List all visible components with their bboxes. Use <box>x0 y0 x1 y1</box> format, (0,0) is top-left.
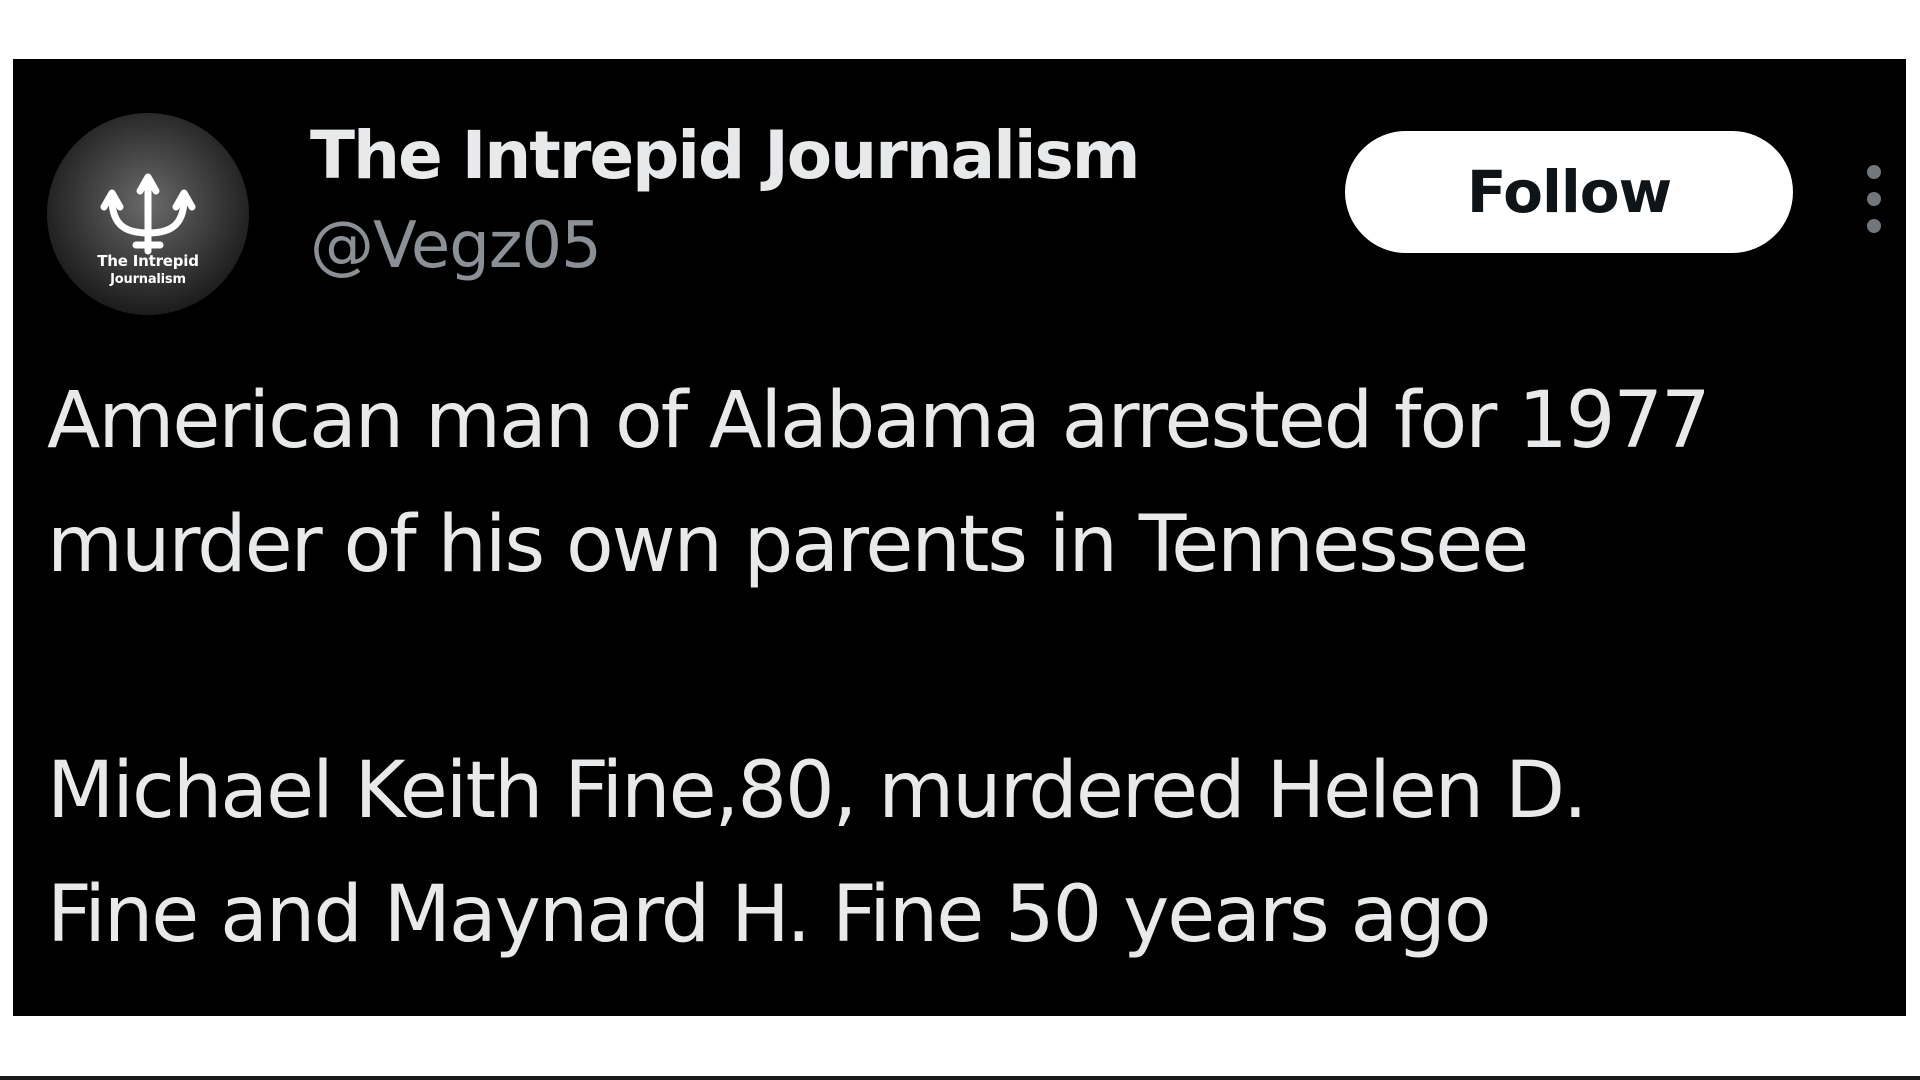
tweet-text-line: Michael Keith Fine,80, murdered Helen D. <box>47 746 1588 836</box>
follow-button[interactable]: Follow <box>1345 131 1793 253</box>
avatar-logo-text-line1: The Intrepid <box>97 252 199 270</box>
avatar-logo-text-line2: Journalism <box>110 272 186 287</box>
more-dot <box>1867 192 1881 206</box>
tweet-text-line: American man of Alabama arrested for 197… <box>47 376 1711 466</box>
screenshot-frame: The Intrepid Journalism The Intrepid Jou… <box>0 0 1920 1080</box>
tweet-text-line: Fine and Maynard H. Fine 50 years ago <box>47 870 1492 960</box>
more-dot <box>1867 219 1881 233</box>
tweet-card: The Intrepid Journalism The Intrepid Jou… <box>13 59 1906 1016</box>
more-dot <box>1867 165 1881 179</box>
bottom-divider <box>0 1076 1920 1080</box>
more-vertical-icon[interactable] <box>1859 159 1889 239</box>
trident-icon <box>100 173 196 255</box>
author-display-name[interactable]: The Intrepid Journalism <box>310 123 1140 189</box>
avatar[interactable]: The Intrepid Journalism <box>47 113 249 315</box>
tweet-text-line: murder of his own parents in Tennessee <box>47 500 1529 590</box>
author-handle[interactable]: @Vegz05 <box>310 214 602 278</box>
